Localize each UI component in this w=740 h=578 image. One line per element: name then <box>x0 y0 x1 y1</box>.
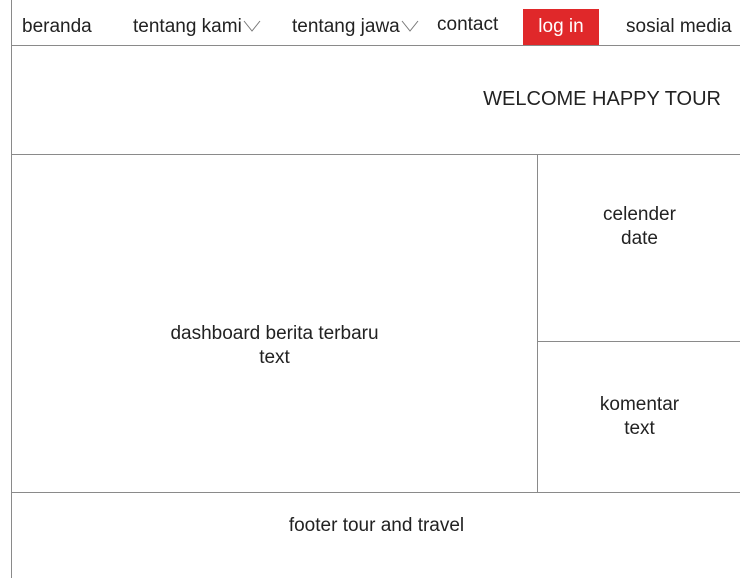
dashboard-text-block: dashboard berita terbaru text <box>12 322 537 370</box>
nav-item-sosial-media[interactable]: sosial media <box>626 9 732 45</box>
nav-item-tentang-jawa[interactable]: tentang jawa <box>292 9 419 45</box>
calendar-subtext: date <box>621 228 658 249</box>
nav-item-tentang-kami[interactable]: tentang kami <box>133 9 261 45</box>
footer-text: footer tour and travel <box>288 515 465 536</box>
calendar-title: celender <box>603 204 676 225</box>
login-button[interactable]: log in <box>523 9 599 45</box>
page-footer: footer tour and travel <box>12 493 740 578</box>
calendar-panel: celender date <box>538 155 740 342</box>
welcome-banner: WELCOME HAPPY TOUR <box>12 46 740 155</box>
comment-subtext: text <box>624 418 655 439</box>
chevron-down-icon <box>243 19 261 33</box>
nav-item-contact[interactable]: contact <box>437 7 498 43</box>
comment-panel: komentar text <box>538 342 740 493</box>
nav-item-label: sosial media <box>626 16 732 37</box>
nav-item-label: contact <box>437 14 499 35</box>
dashboard-subtext: text <box>259 347 290 368</box>
comment-text-block: komentar text <box>538 393 740 441</box>
dashboard-news-panel: dashboard berita terbaru text <box>12 155 538 493</box>
top-navigation: beranda tentang kami tentang jawa contac… <box>12 9 740 46</box>
page-wireframe: beranda tentang kami tentang jawa contac… <box>11 0 740 578</box>
dashboard-title: dashboard berita terbaru <box>170 323 379 344</box>
calendar-text-block: celender date <box>538 203 740 251</box>
login-label: log in <box>538 16 584 37</box>
nav-item-label: beranda <box>22 16 92 37</box>
nav-item-label: tentang jawa <box>292 16 400 37</box>
chevron-down-icon <box>401 19 419 33</box>
page-title: WELCOME HAPPY TOUR <box>483 88 721 110</box>
nav-item-beranda[interactable]: beranda <box>22 9 92 45</box>
comment-title: komentar <box>599 394 680 415</box>
nav-item-label: tentang kami <box>133 16 242 37</box>
